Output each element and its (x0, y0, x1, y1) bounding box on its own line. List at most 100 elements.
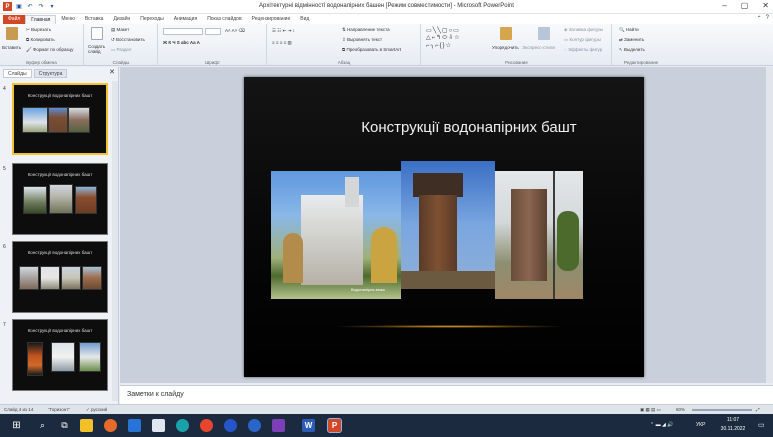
clipboard-group-label: Буфер обмена (26, 60, 57, 65)
chrome-icon[interactable] (200, 419, 213, 432)
clock-date[interactable]: 30.11.2022 (714, 426, 752, 432)
tab-view[interactable]: Вид (295, 15, 314, 24)
notifications-icon[interactable]: ▭ (758, 421, 765, 429)
tab-transitions[interactable]: Переходы (135, 15, 168, 24)
thumbnail-number: 4 (3, 86, 6, 92)
tab-review[interactable]: Рецензирование (247, 15, 296, 24)
start-icon[interactable]: ⊞ (10, 419, 23, 432)
copy-button[interactable]: ⧉ Копировать (26, 37, 55, 42)
section-button[interactable]: ▭ Раздел (111, 47, 131, 53)
shapes-gallery[interactable]: ▭╲╲▢○▭ △⌐↰⬭⇩☆ ⌐╮⌐{}☆ (426, 27, 461, 49)
slide-thumbnail[interactable]: Конструкції водонапірних башт (12, 83, 108, 155)
clock-time[interactable]: 11:07 (718, 417, 748, 423)
align-buttons[interactable]: ≡ ≡ ≡ ≡ ▥ (272, 40, 292, 46)
powerpoint-taskbar-icon[interactable]: P (327, 418, 342, 433)
language-indicator[interactable]: ✓ русский (86, 407, 107, 413)
slide-editing-area: Конструкції водонапірних башт Водонапірн… (120, 67, 766, 383)
close-panel-icon[interactable]: ✕ (109, 68, 115, 76)
close-button[interactable]: ✕ (762, 1, 769, 10)
thumbnail-number: 6 (3, 244, 6, 250)
slide-title[interactable]: Конструкції водонапірних башт (324, 119, 614, 136)
collapse-ribbon-icon[interactable]: ⌃ (757, 15, 762, 22)
telegram-icon[interactable] (248, 419, 261, 432)
decorative-glow-line (339, 325, 559, 328)
water-tower-photo-1: Водонапірна вежа (271, 171, 401, 299)
shape-fill-button[interactable]: ◈ Заливка фигуры (564, 27, 603, 33)
tab-insert[interactable]: Вставка (80, 15, 109, 24)
new-slide-icon[interactable] (91, 27, 103, 40)
format-painter-button[interactable]: 🖌 Формат по образцу (26, 47, 73, 53)
slide-scrollbar[interactable] (766, 67, 773, 383)
mail-icon[interactable] (128, 419, 141, 432)
thumbnail-photo (48, 107, 68, 133)
photo-caption: Водонапірна вежа (351, 287, 385, 292)
arrange-icon[interactable] (500, 27, 512, 40)
maximize-button[interactable]: ▢ (741, 1, 749, 10)
quick-styles-icon[interactable] (538, 27, 550, 40)
cut-button[interactable]: ✂ Вырезать (26, 27, 51, 33)
tab-menu[interactable]: Меню (56, 15, 80, 24)
slides-panel-tabs: Слайды Структура (0, 69, 119, 78)
text-direction-button[interactable]: ⇅ Направление текста (342, 27, 390, 33)
paste-button[interactable]: Вставить (2, 45, 21, 50)
slide-thumbnail[interactable]: Конструкції водонапірних башт (12, 241, 108, 313)
zoom-slider[interactable] (692, 409, 752, 411)
slide-thumbnail[interactable]: Конструкції водонапірних башт (12, 319, 108, 391)
zoom-level[interactable]: 60% (676, 407, 685, 412)
notes-placeholder[interactable]: Заметки к слайду (127, 391, 184, 398)
firefox-icon[interactable] (104, 419, 117, 432)
tab-home[interactable]: Главная (25, 15, 57, 24)
tray-icons[interactable]: ⌃ ▬ ◢ 🔊 (650, 422, 673, 428)
quick-styles-button[interactable]: Экспресс-стили (522, 45, 555, 50)
smartart-button[interactable]: ⧉ Преобразовать в SmartArt (342, 47, 401, 52)
shape-effects-button[interactable]: ◌ Эффекты фигур (564, 47, 602, 52)
font-size-select[interactable] (205, 28, 221, 35)
editing-group-label: Редактирование (623, 60, 659, 65)
font-name-select[interactable] (163, 28, 203, 35)
task-view-icon[interactable]: ⧉ (58, 419, 71, 432)
paragraph-group: ☰ ☷ ⇤ ⇥ ↕ ≡ ≡ ≡ ≡ ▥ ⇅ Направление текста… (268, 24, 421, 66)
keyboard-language[interactable]: УКР (696, 422, 705, 428)
fit-to-window-icon[interactable]: ⤢ (756, 407, 760, 412)
tab-animations[interactable]: Анимация (169, 15, 202, 24)
minimize-button[interactable]: – (722, 1, 726, 10)
search-icon[interactable]: ⌕ (36, 419, 49, 432)
paste-icon[interactable] (6, 27, 18, 40)
find-button[interactable]: 🔍 Найти (619, 27, 639, 33)
thumbnail-title: Конструкції водонапірних башт (27, 93, 93, 98)
tab-outline[interactable]: Структура (33, 69, 68, 78)
tab-file[interactable]: Файл (3, 15, 26, 24)
word-icon[interactable]: W (302, 419, 315, 432)
layout-button[interactable]: ▤ Макет (111, 27, 129, 33)
tab-slides[interactable]: Слайды (3, 69, 32, 78)
font-size-buttons[interactable]: A˄ A˅ ⌫ (225, 28, 245, 34)
select-button[interactable]: ↖ Выделить (619, 47, 645, 53)
current-slide[interactable]: Конструкції водонапірних башт Водонапірн… (244, 77, 644, 377)
notes-pane[interactable]: Заметки к слайду (120, 385, 773, 404)
thumbnail-photo (49, 184, 73, 214)
edge-icon[interactable] (176, 419, 189, 432)
tower-ruin (511, 189, 547, 281)
app-icon[interactable] (224, 419, 237, 432)
thumbnail-title: Конструкції водонапірних башт (27, 172, 93, 177)
reset-button[interactable]: ↺ Восстановить (111, 37, 145, 43)
tab-design[interactable]: Дизайн (108, 15, 135, 24)
help-icon[interactable]: ? (766, 15, 769, 22)
replace-button[interactable]: ⇄ Заменить (619, 37, 644, 43)
slide-thumbnail[interactable]: Конструкції водонапірних башт (12, 163, 108, 235)
viber-icon[interactable] (272, 419, 285, 432)
slides-panel-scrollbar[interactable] (112, 81, 118, 401)
shape-outline-button[interactable]: ▭ Контур фигуры (564, 37, 601, 43)
list-buttons[interactable]: ☰ ☷ ⇤ ⇥ ↕ (272, 28, 295, 34)
thumbnail-photo (19, 266, 39, 290)
font-format-buttons[interactable]: Ж К Ч S abc Aa A (163, 40, 200, 45)
align-text-button[interactable]: ⇳ Выровнять текст (342, 37, 382, 43)
thumbnail-photo (23, 186, 47, 214)
arrange-button[interactable]: Упорядочить (492, 45, 519, 50)
new-slide-button[interactable]: Создать слайд (88, 44, 108, 54)
file-explorer-icon[interactable] (80, 419, 93, 432)
store-icon[interactable] (152, 419, 165, 432)
tree (371, 227, 397, 283)
view-buttons[interactable]: ▣ ▦ ▤ ▭ (640, 407, 661, 413)
tab-slideshow[interactable]: Показ слайдов (202, 15, 246, 24)
